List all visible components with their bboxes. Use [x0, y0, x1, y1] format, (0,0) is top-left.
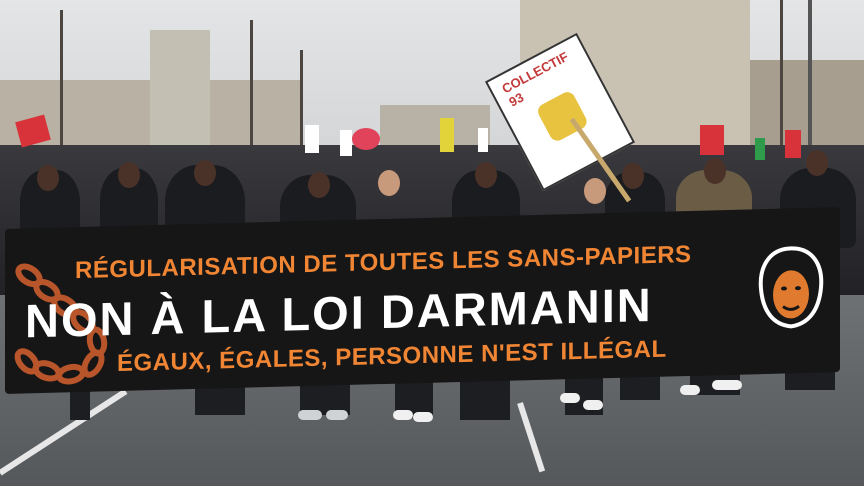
flag — [478, 128, 488, 152]
face — [118, 162, 140, 188]
tree-trunk — [250, 20, 253, 160]
face — [378, 170, 400, 196]
face — [308, 172, 330, 198]
sneaker — [712, 380, 742, 390]
sneaker — [560, 393, 580, 403]
face — [584, 178, 606, 204]
tree-trunk — [300, 50, 303, 160]
sneaker — [413, 412, 433, 422]
sneaker — [680, 385, 700, 395]
flag — [785, 130, 801, 158]
protest-banner: RÉGULARISATION DE TOUTES LES SANS-PAPIER… — [5, 207, 840, 394]
sneaker — [298, 410, 322, 420]
flag — [340, 130, 352, 156]
face — [704, 158, 726, 184]
flag — [305, 125, 319, 153]
photo-scene: COLLECTIF 93 RÉGULARISATION DE TOUTES LE… — [0, 0, 864, 486]
sneaker — [583, 400, 603, 410]
flag — [755, 138, 765, 160]
sneaker — [326, 410, 348, 420]
face — [194, 160, 216, 186]
balloon — [352, 128, 380, 150]
portrait-icon — [758, 246, 824, 329]
face — [37, 165, 59, 191]
tree-trunk — [60, 10, 63, 160]
face — [475, 162, 497, 188]
face — [806, 150, 828, 176]
face — [622, 163, 644, 189]
flag — [440, 118, 454, 152]
flag — [700, 125, 724, 155]
sneaker — [393, 410, 413, 420]
